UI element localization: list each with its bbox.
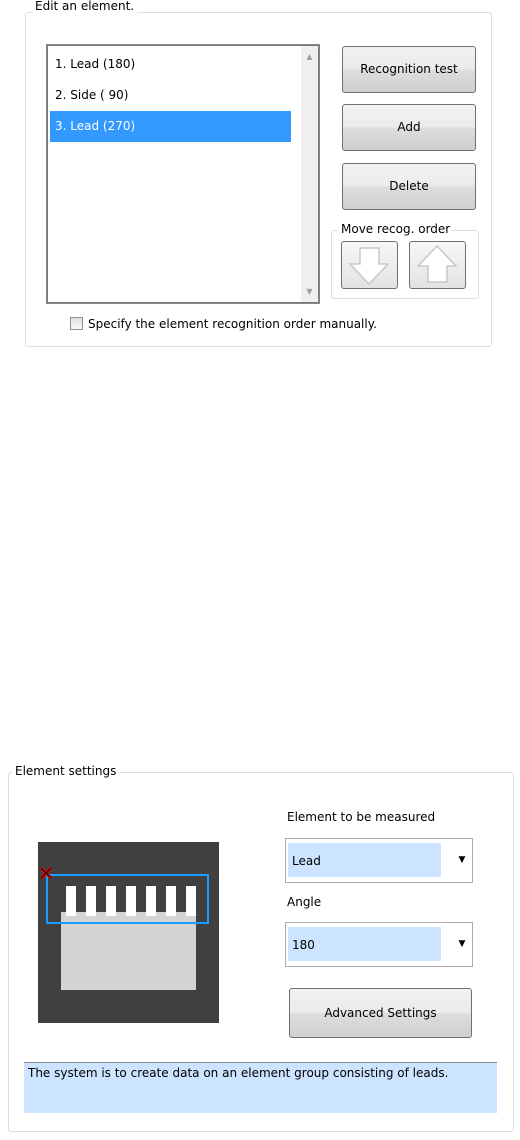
edit-element-group-title: Edit an element.	[32, 0, 138, 13]
delete-button[interactable]: Delete	[342, 163, 476, 210]
element-measured-label: Element to be measured	[287, 810, 436, 824]
scroll-up-icon[interactable]: ▲	[301, 48, 318, 65]
element-measured-dropdown[interactable]: Lead ▼	[285, 838, 473, 883]
element-measured-value: Lead	[288, 843, 441, 877]
list-item[interactable]: 1. Lead (180)	[50, 49, 291, 80]
manual-order-label[interactable]: Specify the element recognition order ma…	[88, 317, 377, 331]
element-description: The system is to create data on an eleme…	[24, 1062, 497, 1113]
move-order-title: Move recog. order	[338, 222, 454, 236]
add-button[interactable]: Add	[342, 104, 476, 151]
angle-dropdown[interactable]: 180 ▼	[285, 922, 473, 967]
arrow-up-icon	[416, 244, 458, 283]
move-down-button[interactable]	[341, 241, 398, 289]
angle-value: 180	[288, 927, 441, 961]
element-preview-image	[38, 842, 219, 1023]
arrow-down-icon	[348, 247, 390, 286]
chevron-down-icon: ▼	[458, 855, 466, 865]
element-listbox[interactable]: 1. Lead (180) 2. Side ( 90) 3. Lead (270…	[46, 44, 320, 304]
recognition-test-button[interactable]: Recognition test	[342, 46, 476, 93]
advanced-settings-button[interactable]: Advanced Settings	[289, 988, 472, 1038]
element-settings-title: Element settings	[12, 764, 120, 778]
lead-element-illustration	[46, 874, 209, 990]
move-up-button[interactable]	[409, 241, 466, 289]
list-item[interactable]: 2. Side ( 90)	[50, 80, 291, 111]
scroll-down-icon[interactable]: ▼	[301, 283, 318, 300]
angle-label: Angle	[287, 895, 322, 909]
manual-order-checkbox[interactable]	[70, 317, 83, 330]
list-item-selected[interactable]: 3. Lead (270)	[50, 111, 291, 142]
chevron-down-icon: ▼	[458, 939, 466, 949]
roi-handle-icon[interactable]	[38, 865, 54, 881]
list-scrollbar[interactable]: ▲ ▼	[301, 46, 318, 302]
